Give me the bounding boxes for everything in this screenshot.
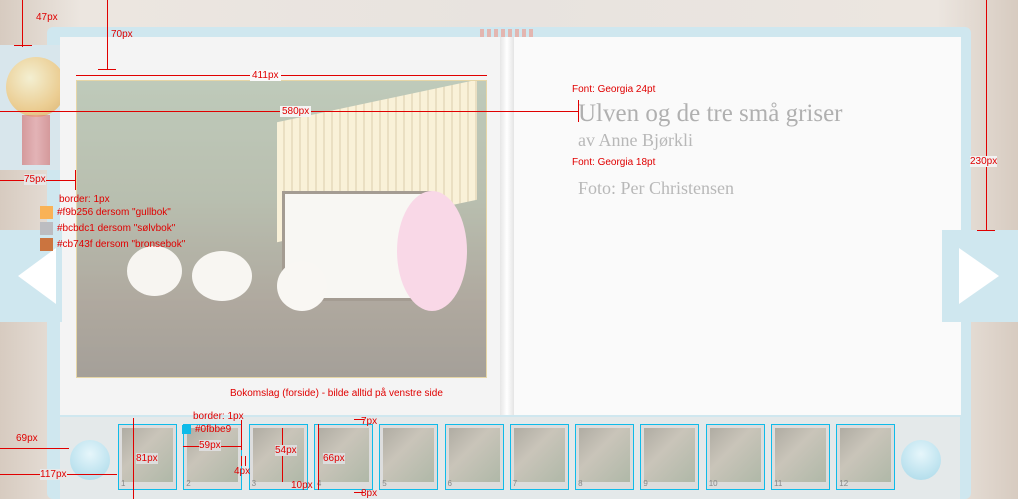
thumbnail-12[interactable]: 12	[836, 424, 896, 490]
arrow-right-icon	[959, 248, 999, 304]
thumbnail-number: 2	[186, 479, 191, 488]
thumbnail-11[interactable]: 11	[771, 424, 830, 490]
thumbnail-image	[775, 428, 826, 482]
swatch-bronse	[40, 238, 53, 251]
thumbnail-9[interactable]: 9	[640, 424, 700, 490]
thumbnail-image	[187, 428, 239, 482]
border-note: border: 1px	[59, 194, 110, 205]
book-spine	[500, 37, 514, 415]
measure-label: 81px	[136, 453, 158, 464]
measure-line	[318, 424, 319, 490]
thumbnail-number: 1	[121, 479, 126, 488]
measure-label: 7px	[361, 416, 378, 427]
measure-label: 8px	[361, 488, 378, 499]
measure-line	[241, 456, 242, 466]
thumbnail-number: 8	[578, 479, 583, 488]
legend-gull: #f9b256 dersom "gullbok"	[40, 206, 171, 219]
medal-icon	[6, 57, 66, 117]
thumbnail-number: 6	[447, 479, 452, 488]
top-binding	[480, 29, 536, 37]
measure-line	[14, 45, 32, 46]
swatch-thumb	[182, 424, 191, 434]
color-note: #0fbbe9	[182, 424, 231, 435]
measure-label: 75px	[24, 174, 46, 185]
color-text: #0fbbe9	[195, 424, 232, 435]
measure-label: 117px	[40, 469, 67, 480]
swatch-gull	[40, 206, 53, 219]
book-author: av Anne Bjørkli	[578, 130, 693, 150]
ribbon-icon	[22, 115, 50, 165]
thumbnail-10[interactable]: 10	[705, 424, 765, 490]
legend-text: #f9b256 dersom "gullbok"	[57, 207, 171, 219]
measure-line	[245, 456, 246, 466]
thumbnail-8[interactable]: 8	[575, 424, 635, 490]
legend-bronse: #cb743f dersom "bronsebok"	[40, 238, 185, 251]
thumbnail-image	[840, 428, 892, 482]
thumbnail-image	[513, 428, 565, 482]
thumbnail-number: 3	[251, 479, 257, 488]
thumbs-next-button[interactable]	[901, 440, 941, 480]
thumbnail-5[interactable]: 5	[379, 424, 439, 490]
measure-label: 59px	[199, 440, 221, 451]
thumbnail-number: 10	[708, 479, 718, 488]
thumbnail-7[interactable]: 7	[509, 424, 569, 490]
measure-line	[107, 0, 108, 70]
measure-line	[986, 0, 987, 230]
measure-label: 10px	[291, 480, 313, 491]
measure-line	[133, 418, 134, 499]
arrow-left-icon	[18, 248, 56, 304]
thumbnail-image	[644, 428, 696, 482]
measure-label: 411px	[250, 70, 281, 81]
measure-line	[241, 420, 242, 450]
thumbnail-number: 9	[643, 479, 648, 488]
thumbnail-number: 12	[839, 479, 849, 488]
thumbnail-image	[579, 428, 631, 482]
measure-line	[977, 230, 995, 231]
measure-label: 580px	[280, 106, 312, 117]
next-page-button[interactable]	[942, 230, 1018, 322]
thumbnail-image	[383, 428, 435, 482]
legend-text: #cb743f dersom "bronsebok"	[57, 239, 186, 251]
swatch-solv	[40, 222, 53, 235]
measure-label: 4px	[234, 466, 251, 477]
cover-caption: Bokomslag (forside) - bilde alltid på ve…	[230, 388, 443, 399]
font-note: Font: Georgia 24pt	[572, 84, 656, 95]
measure-label: 54px	[275, 445, 297, 456]
thumbnail-number: 11	[774, 479, 783, 488]
thumbnail-image	[448, 428, 500, 482]
measure-line	[22, 0, 23, 47]
measure-line	[98, 69, 116, 70]
legend-solv: #bcbdc1 dersom "sølvbok"	[40, 222, 175, 235]
thumbnail-image	[709, 428, 761, 482]
book-title: Ulven og de tre små griser	[578, 100, 843, 127]
measure-label: 47px	[36, 12, 58, 23]
measure-label: 69px	[16, 433, 38, 444]
measure-line	[578, 100, 579, 122]
measure-line	[76, 75, 487, 76]
border-note: border: 1px	[193, 411, 244, 422]
measure-label: 230px	[970, 156, 998, 167]
measure-line	[0, 448, 69, 449]
measure-label: 70px	[111, 29, 133, 40]
thumbnail-number: 7	[512, 479, 518, 488]
legend-text: #bcbdc1 dersom "sølvbok"	[57, 223, 176, 235]
measure-label: 66px	[323, 453, 345, 464]
photo-credit: Foto: Per Christensen	[578, 178, 734, 198]
font-note: Font: Georgia 18pt	[572, 157, 656, 168]
measure-line	[75, 170, 76, 190]
thumbnail-6[interactable]: 6	[444, 424, 504, 490]
thumbnail-number: 5	[382, 479, 387, 488]
